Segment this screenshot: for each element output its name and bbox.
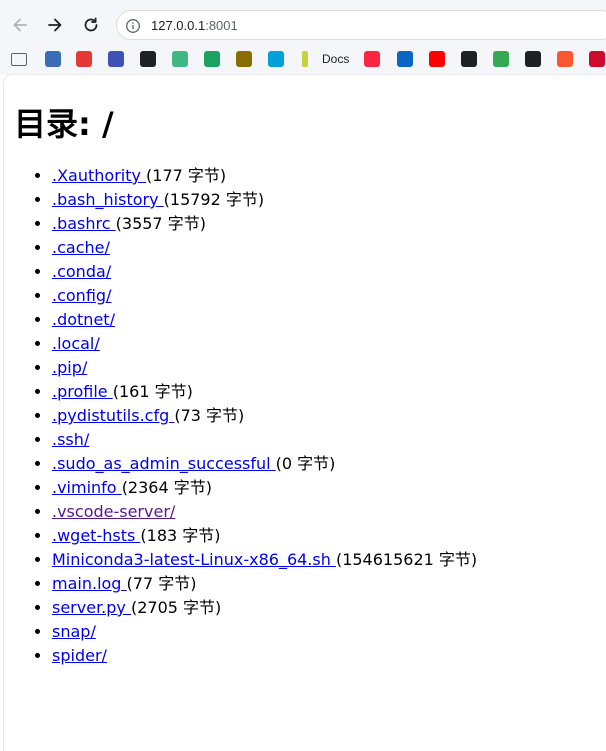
- csdn-icon: [557, 51, 573, 67]
- list-item: .sudo_as_admin_successful (0 字节): [52, 452, 477, 476]
- file-link[interactable]: server.py: [52, 598, 131, 617]
- list-item: snap/: [52, 620, 477, 644]
- list-item: .wget-hsts (183 字节): [52, 524, 477, 548]
- file-link[interactable]: .viminfo: [52, 478, 122, 497]
- file-link[interactable]: main.log: [52, 574, 127, 593]
- file-link[interactable]: .bashrc: [52, 214, 116, 233]
- heart-bookmark-icon: [76, 51, 92, 67]
- reload-button[interactable]: [78, 12, 104, 38]
- directory-link[interactable]: .ssh/: [52, 430, 89, 449]
- list-item: .cache/: [52, 236, 477, 260]
- openai-icon: [461, 51, 477, 67]
- address-bar[interactable]: 127.0.0.1:8001: [116, 10, 606, 40]
- list-item: .Xauthority (177 字节): [52, 164, 477, 188]
- forward-button[interactable]: [42, 12, 68, 38]
- xiaohongshu-icon: [364, 51, 380, 67]
- file-size: (183 字节): [140, 526, 221, 545]
- file-link[interactable]: .sudo_as_admin_successful: [52, 454, 276, 473]
- site-info-icon[interactable]: [124, 17, 142, 35]
- list-item: .pydistutils.cfg (73 字节): [52, 404, 477, 428]
- list-item: main.log (77 字节): [52, 572, 477, 596]
- url-host: 127.0.0.1: [151, 18, 206, 33]
- huawei-icon: [589, 51, 605, 67]
- list-item: .pip/: [52, 356, 477, 380]
- directory-link[interactable]: .vscode-server/: [52, 502, 175, 521]
- list-item: .conda/: [52, 260, 477, 284]
- file-size: (2705 字节): [130, 598, 222, 617]
- list-item: .local/: [52, 332, 477, 356]
- list-item: .dotnet/: [52, 308, 477, 332]
- youtube-icon: [429, 51, 445, 67]
- zhihu-icon: [397, 51, 413, 67]
- round-logo-icon: [108, 51, 124, 67]
- list-item: .profile (161 字节): [52, 380, 477, 404]
- arrow-right-icon: [48, 18, 62, 32]
- list-item: spider/: [52, 644, 477, 668]
- github-icon: [525, 51, 541, 67]
- list-item: .config/: [52, 284, 477, 308]
- browser-chrome: 127.0.0.1:8001 Docs: [0, 0, 606, 75]
- directory-link[interactable]: .dotnet/: [52, 310, 115, 329]
- file-link[interactable]: .Xauthority: [52, 166, 146, 185]
- file-link[interactable]: Miniconda3-latest-Linux-x86_64.sh: [52, 550, 336, 569]
- file-size: (0 字节): [275, 454, 336, 473]
- directory-link[interactable]: .cache/: [52, 238, 110, 257]
- file-link[interactable]: .pydistutils.cfg: [52, 406, 174, 425]
- bilibili-icon: [268, 51, 284, 67]
- arrow-left-icon: [13, 18, 27, 32]
- yellow-text-icon: [236, 51, 252, 67]
- university-seal-icon: [45, 51, 61, 67]
- file-size: (154615621 字节): [335, 550, 478, 569]
- file-size: (15792 字节): [163, 190, 265, 209]
- vue-icon: [172, 51, 188, 67]
- list-item: .viminfo (2364 字节): [52, 476, 477, 500]
- file-size: (177 字节): [146, 166, 227, 185]
- directory-link[interactable]: .pip/: [52, 358, 87, 377]
- bookmarks-bar: Docs: [0, 46, 606, 74]
- directory-listing: .Xauthority (177 字节).bash_history (15792…: [4, 164, 477, 668]
- list-item: .bashrc (3557 字节): [52, 212, 477, 236]
- url-text: 127.0.0.1:8001: [151, 18, 238, 33]
- file-link[interactable]: .bash_history: [52, 190, 164, 209]
- file-size: (3557 字节): [115, 214, 206, 233]
- sheet-green-icon: [204, 51, 220, 67]
- folder-icon: [11, 53, 27, 66]
- list-item: .vscode-server/: [52, 500, 477, 524]
- file-size: (73 字节): [174, 406, 245, 425]
- file-link[interactable]: .wget-hsts: [52, 526, 140, 545]
- square-dark-icon: [140, 51, 156, 67]
- file-link[interactable]: .profile: [52, 382, 113, 401]
- url-port: :8001: [205, 18, 238, 33]
- list-item: .bash_history (15792 字节): [52, 188, 477, 212]
- list-item: server.py (2705 字节): [52, 596, 477, 620]
- back-button[interactable]: [7, 12, 33, 38]
- file-size: (2364 字节): [121, 478, 212, 497]
- page-title: 目录: /: [14, 105, 114, 143]
- directory-link[interactable]: .conda/: [52, 262, 111, 281]
- chrome-icon: [493, 51, 509, 67]
- page-content: 目录: / .Xauthority (177 字节).bash_history …: [4, 75, 606, 751]
- list-item: Miniconda3-latest-Linux-x86_64.sh (15461…: [52, 548, 477, 572]
- list-item: .ssh/: [52, 428, 477, 452]
- directory-link[interactable]: .config/: [52, 286, 111, 305]
- docs-icon: [302, 51, 308, 67]
- directory-link[interactable]: spider/: [52, 646, 107, 665]
- directory-link[interactable]: .local/: [52, 334, 100, 353]
- navigation-bar: 127.0.0.1:8001: [0, 6, 606, 44]
- directory-link[interactable]: snap/: [52, 622, 96, 641]
- reload-icon: [84, 17, 98, 32]
- file-size: (161 字节): [112, 382, 193, 401]
- file-size: (77 字节): [126, 574, 197, 593]
- bookmark-label: Docs: [322, 52, 350, 66]
